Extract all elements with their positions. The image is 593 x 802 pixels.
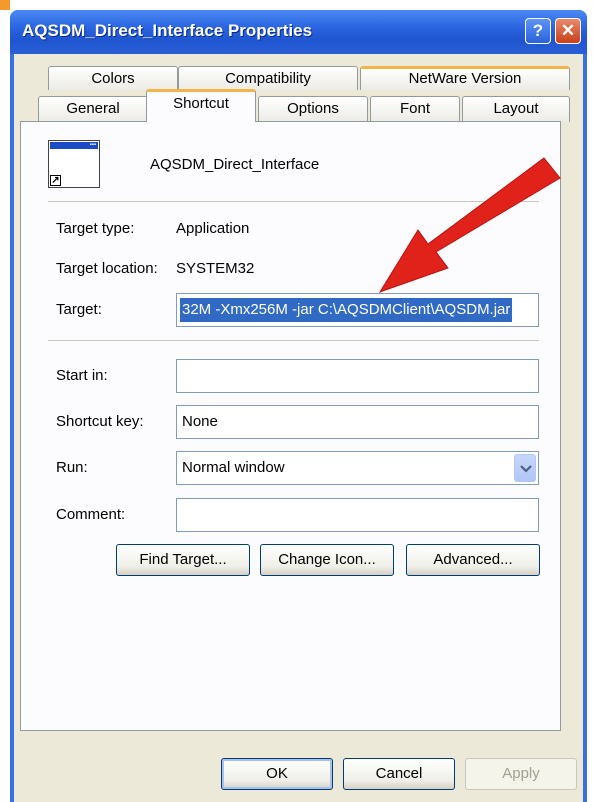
find-target-button[interactable]: Find Target... <box>116 544 250 576</box>
chevron-down-icon[interactable] <box>514 454 536 482</box>
target-input-selection: 32M -Xmx256M -jar C:\AQSDMClient\AQSDM.j… <box>180 298 513 322</box>
tab-compatibility[interactable]: Compatibility <box>178 66 358 90</box>
target-label: Target: <box>56 301 102 318</box>
comment-label: Comment: <box>56 506 126 523</box>
app-name: AQSDM_Direct_Interface <box>150 156 320 173</box>
ok-button[interactable]: OK <box>221 758 333 790</box>
tab-general[interactable]: General <box>38 96 148 122</box>
target-location-value: SYSTEM32 <box>176 260 255 277</box>
tab-shortcut[interactable]: Shortcut <box>146 89 256 122</box>
run-select[interactable]: Normal window <box>176 451 539 485</box>
advanced-button[interactable]: Advanced... <box>406 544 540 576</box>
shortcut-key-label: Shortcut key: <box>56 413 144 430</box>
window-title: AQSDM_Direct_Interface Properties <box>22 21 313 40</box>
target-input[interactable]: 32M -Xmx256M -jar C:\AQSDMClient\AQSDM.j… <box>176 293 539 327</box>
cancel-button[interactable]: Cancel <box>343 758 455 790</box>
start-in-label: Start in: <box>56 367 108 384</box>
run-select-value: Normal window <box>182 459 285 476</box>
target-location-label: Target location: <box>56 260 158 277</box>
change-icon-button[interactable]: Change Icon... <box>260 544 394 576</box>
apply-button[interactable]: Apply <box>465 758 577 790</box>
run-label: Run: <box>56 459 88 476</box>
start-in-input[interactable] <box>176 359 539 393</box>
target-type-label: Target type: <box>56 220 135 237</box>
title-bar[interactable]: AQSDM_Direct_Interface Properties ? ✕ <box>10 10 587 54</box>
shortcut-key-input[interactable]: None <box>176 405 539 439</box>
close-button[interactable]: ✕ <box>555 18 581 44</box>
tab-font[interactable]: Font <box>370 96 460 122</box>
tab-layout[interactable]: Layout <box>462 96 570 122</box>
target-type-value: Application <box>176 220 250 237</box>
comment-input[interactable] <box>176 498 539 532</box>
corner-mark <box>0 0 10 10</box>
divider <box>48 201 539 202</box>
divider <box>48 340 539 341</box>
app-window-icon: ▪▪▪ ↗ <box>48 140 100 188</box>
help-button[interactable]: ? <box>525 18 551 44</box>
tab-options[interactable]: Options <box>258 96 368 122</box>
tab-colors[interactable]: Colors <box>48 66 178 90</box>
tab-netware-version[interactable]: NetWare Version <box>360 66 570 90</box>
